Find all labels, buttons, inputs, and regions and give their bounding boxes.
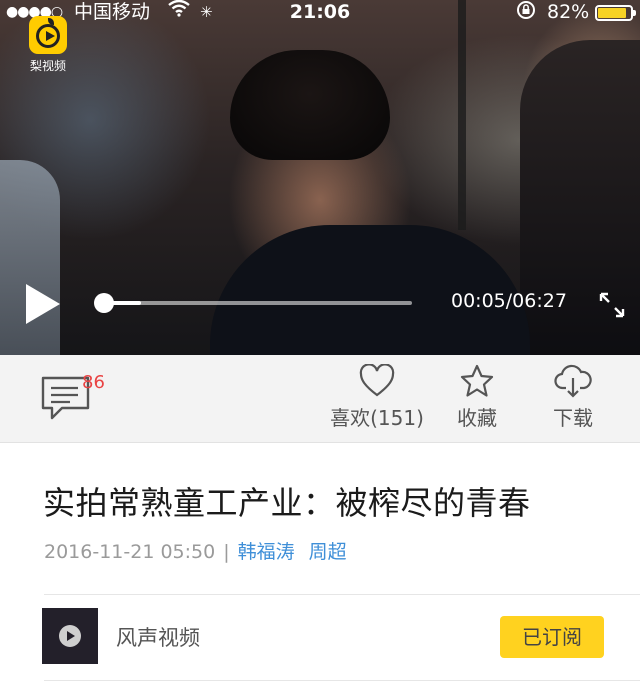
comment-button[interactable]: 86 <box>40 372 120 428</box>
play-icon[interactable] <box>26 284 60 324</box>
video-frame-background <box>0 160 60 355</box>
cloud-download-icon <box>554 364 592 398</box>
like-button[interactable]: 喜欢(151) <box>327 364 427 431</box>
battery-level-fill <box>598 8 626 18</box>
video-title: 实拍常熟童工产业：被榨尽的青春 <box>43 484 531 522</box>
progress-scrubber-handle[interactable] <box>94 293 115 313</box>
action-bar: 86 喜欢(151) 收藏 下载 <box>0 355 640 443</box>
subscribe-button[interactable]: 已订阅 <box>500 616 604 658</box>
comment-count-badge: 86 <box>82 372 105 393</box>
logo-play-icon <box>36 24 60 48</box>
channel-avatar[interactable] <box>42 608 98 664</box>
pear-video-logo-icon <box>29 16 67 54</box>
channel-play-icon <box>59 625 81 647</box>
fullscreen-icon[interactable] <box>597 290 627 320</box>
battery-percentage: 82% <box>547 1 590 23</box>
orientation-lock-icon <box>516 0 536 27</box>
favorite-label: 收藏 <box>457 406 497 430</box>
download-button[interactable]: 下载 <box>523 364 623 431</box>
battery-nub <box>633 10 636 16</box>
progress-track[interactable] <box>100 301 412 305</box>
video-player[interactable]: ●●●●○ 中国移动 ✳ 21:06 82% 梨视频 00:05/06:27 <box>0 0 640 355</box>
battery-icon <box>595 5 636 21</box>
clock: 21:06 <box>289 1 351 23</box>
channel-name[interactable]: 风声视频 <box>116 622 200 652</box>
star-icon <box>460 364 494 397</box>
favorite-button[interactable]: 收藏 <box>427 364 527 431</box>
article-meta: 2016-11-21 05:50 | 韩福涛 周超 <box>44 537 361 564</box>
channel-row[interactable]: 风声视频 已订阅 <box>0 596 640 680</box>
author-link[interactable]: 韩福涛 <box>238 541 295 563</box>
author-link[interactable]: 周超 <box>309 541 347 563</box>
divider <box>44 594 640 595</box>
logo-text: 梨视频 <box>29 59 66 73</box>
heart-icon <box>359 364 395 397</box>
download-label: 下载 <box>553 406 593 430</box>
like-label: 喜欢(151) <box>330 406 424 430</box>
video-frame-background <box>458 0 466 230</box>
publish-date: 2016-11-21 05:50 <box>44 541 216 563</box>
status-bar: ●●●●○ 中国移动 ✳ 21:06 82% <box>0 0 640 24</box>
divider <box>44 680 640 681</box>
app-logo[interactable]: 梨视频 <box>25 16 71 74</box>
video-frame-subject <box>230 50 390 160</box>
playback-time: 00:05/06:27 <box>451 290 567 312</box>
meta-separator: | <box>223 541 230 563</box>
